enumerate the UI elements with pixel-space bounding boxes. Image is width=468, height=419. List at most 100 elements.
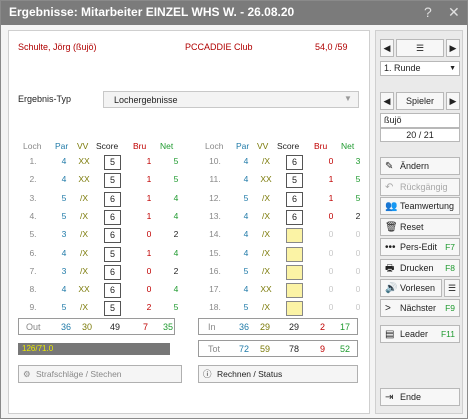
- ende-button[interactable]: ⇥ Ende: [380, 388, 460, 406]
- rechnen-button[interactable]: ⓘ Rechnen / Status: [198, 365, 358, 383]
- round-menu-button[interactable]: ☰: [396, 39, 444, 57]
- next-player-button[interactable]: ▶: [446, 92, 460, 110]
- results-window: Ergebnisse: Mitarbeiter EINZEL WHS W. - …: [0, 0, 468, 419]
- undo-icon: ↶: [385, 182, 394, 193]
- front-hole-score-input[interactable]: 6: [104, 228, 121, 244]
- reset-button[interactable]: 🗑 Reset: [380, 218, 460, 236]
- back-hole-bru: 1: [328, 192, 334, 203]
- front-hole-par: 3: [61, 229, 67, 240]
- in-total-row: In 36 29 29 2 17: [198, 318, 358, 335]
- naechster-key: F9: [445, 303, 455, 313]
- back-hole-net: 0: [355, 284, 361, 295]
- naechster-button[interactable]: > Nächster F9: [380, 299, 460, 317]
- col-score-back: Score: [277, 141, 300, 151]
- back-hole-vv: /X: [261, 265, 271, 276]
- front-hole-net: 4: [173, 284, 179, 295]
- back-hole-vv: XX: [260, 284, 272, 295]
- pers-edit-button[interactable]: ••• Pers-Edit F7: [380, 238, 460, 256]
- back-hole-bru: 1: [328, 174, 334, 185]
- front-hole-score-input[interactable]: 6: [104, 283, 121, 299]
- vorlesen-menu-button[interactable]: ☰: [444, 279, 460, 297]
- naechster-label: Nächster: [400, 303, 437, 313]
- teamwertung-label: Teamwertung: [400, 201, 455, 211]
- front-hole-vv: /X: [79, 302, 89, 313]
- back-hole-score-input[interactable]: 6: [286, 191, 303, 207]
- back-hole-score-input[interactable]: 5: [286, 173, 303, 189]
- prev-player-button[interactable]: ◀: [380, 92, 394, 110]
- back-hole-bru: 0: [328, 229, 334, 240]
- back-hole-par: 4: [243, 210, 249, 221]
- back-hole-vv: /X: [261, 210, 271, 221]
- front-hole-score-input[interactable]: 6: [104, 264, 121, 280]
- back-hole-score-input[interactable]: [286, 283, 303, 299]
- leader-button[interactable]: ▤ Leader F11: [380, 325, 460, 343]
- help-icon[interactable]: ?: [424, 4, 432, 20]
- back-hole-score-input[interactable]: [286, 228, 303, 244]
- back-hole-score-input[interactable]: 6: [286, 155, 303, 170]
- back-hole-score-input[interactable]: [286, 264, 303, 280]
- out-bru: 7: [143, 322, 149, 332]
- team-icon: 👥: [385, 201, 398, 212]
- arrow-right-icon: ▶: [449, 96, 457, 106]
- arrow-left-icon: ◀: [383, 96, 391, 106]
- pers-edit-label: Pers-Edit: [400, 242, 438, 252]
- back-hole-loch: 18.: [209, 302, 221, 313]
- front-hole-loch: 9.: [29, 302, 37, 313]
- front-hole-score-input[interactable]: 5: [104, 246, 121, 262]
- front-hole-bru: 1: [146, 210, 152, 221]
- front-hole-loch: 1.: [29, 156, 37, 166]
- vorlesen-button[interactable]: 🔊 Vorlesen: [380, 279, 442, 297]
- front-hole-bru: 0: [146, 265, 152, 276]
- in-label: In: [208, 322, 216, 332]
- back-hole-score-input[interactable]: [286, 301, 303, 317]
- ende-label: Ende: [400, 392, 422, 402]
- next-round-button[interactable]: ▶: [446, 39, 460, 57]
- out-total-row: Out 36 30 49 7 35: [18, 318, 175, 335]
- chevron-down-icon: ▼: [449, 65, 456, 72]
- back-hole-score-input[interactable]: [286, 246, 303, 262]
- front-hole-bru: 0: [146, 229, 152, 240]
- col-score: Score: [96, 141, 119, 151]
- front-hole-score-input[interactable]: 5: [104, 301, 121, 317]
- back-hole-vv: /X: [261, 192, 271, 203]
- player-menu-button[interactable]: Spieler: [396, 92, 444, 110]
- ergebnis-typ-label: Ergebnis-Typ: [18, 94, 72, 104]
- front-hole-net: 4: [173, 192, 179, 203]
- in-par: 36: [239, 322, 250, 332]
- front-hole-score-input[interactable]: 6: [104, 209, 121, 225]
- player-field[interactable]: ßujö: [380, 113, 460, 128]
- player-name: Schulte, Jörg (ßujö): [18, 42, 97, 52]
- in-vv: 29: [260, 322, 271, 332]
- front-hole-net: 5: [173, 174, 179, 185]
- front-hole-net: 4: [173, 210, 179, 221]
- back-hole-loch: 15.: [209, 247, 221, 258]
- rueckgaengig-button[interactable]: ↶ Rückgängig: [380, 178, 460, 196]
- col-vv: VV: [77, 141, 89, 151]
- prev-round-button[interactable]: ◀: [380, 39, 394, 57]
- ergebnis-typ-select[interactable]: Lochergebnisse ▼: [103, 91, 359, 108]
- back-hole-par: 4: [243, 229, 249, 240]
- front-hole-vv: /X: [79, 192, 89, 203]
- menu-icon: ☰: [415, 43, 425, 53]
- back-hole-bru: 0: [328, 284, 334, 295]
- in-net: 17: [340, 322, 351, 332]
- front-hole-par: 4: [61, 156, 67, 166]
- front-hole-par: 4: [61, 174, 67, 185]
- aendern-button[interactable]: ✎ Ändern: [380, 157, 460, 175]
- strafschlaege-button[interactable]: ⚙ Strafschläge / Stechen: [18, 365, 182, 383]
- close-icon[interactable]: ✕: [448, 4, 460, 21]
- col-vv-back: VV: [257, 141, 269, 151]
- front-hole-score-input[interactable]: 5: [104, 173, 121, 189]
- teamwertung-button[interactable]: 👥 Teamwertung: [380, 197, 460, 215]
- back-hole-score-input[interactable]: 6: [286, 209, 303, 225]
- col-par: Par: [55, 141, 69, 151]
- front-hole-score-input[interactable]: 6: [104, 191, 121, 207]
- drucken-button[interactable]: 🖶 Drucken F8: [380, 259, 460, 277]
- round-select[interactable]: 1. Runde ▼: [380, 61, 460, 76]
- front-hole-bru: 1: [146, 156, 152, 166]
- front-hole-par: 4: [61, 247, 67, 258]
- col-net: Net: [160, 141, 174, 151]
- front-hole-score-input[interactable]: 5: [104, 155, 121, 170]
- round-value: 1. Runde: [384, 63, 421, 73]
- back-hole-loch: 14.: [209, 229, 221, 240]
